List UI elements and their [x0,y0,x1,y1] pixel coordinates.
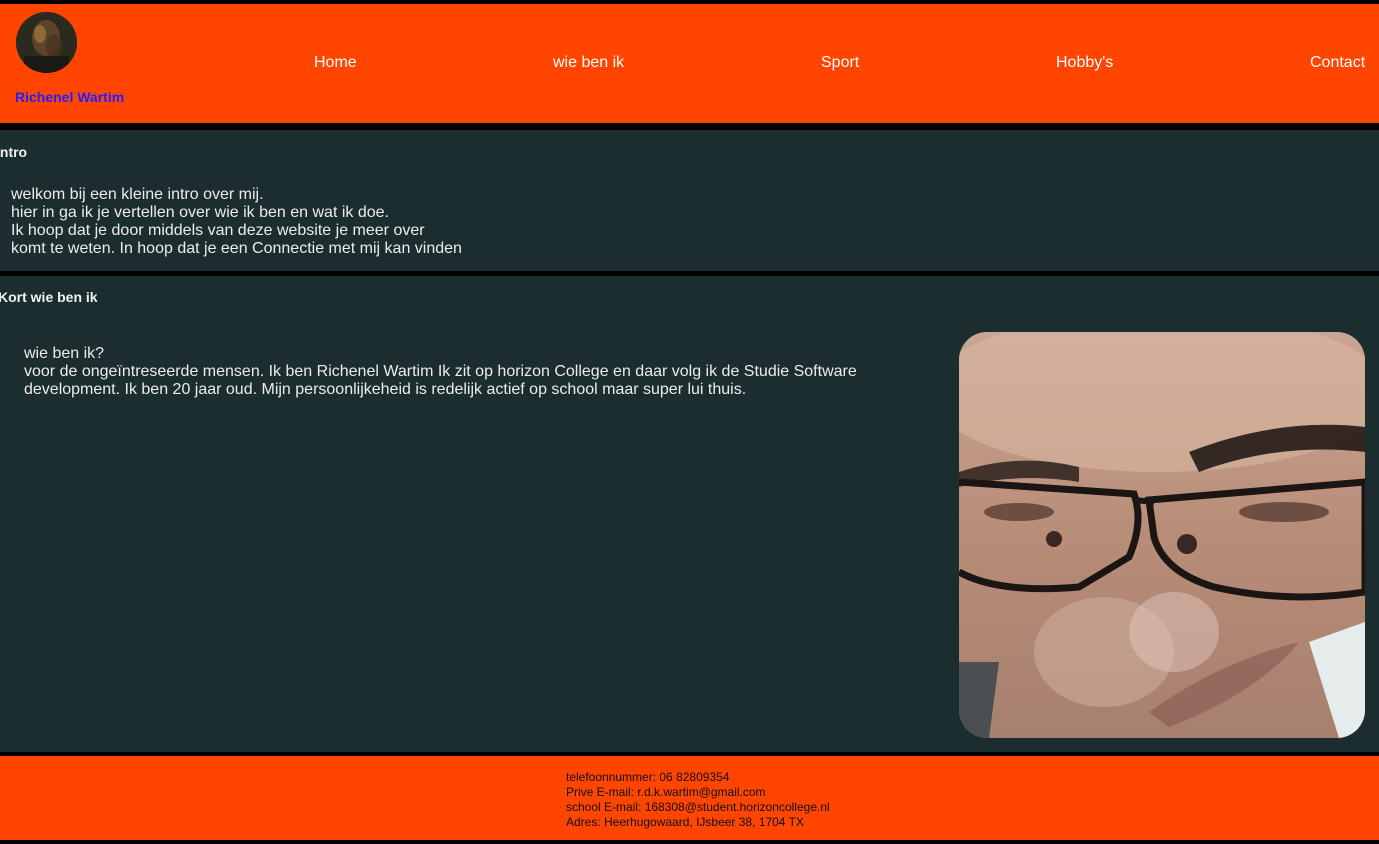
site-footer: telefoonnummer: 06 82809354 Prive E-mail… [0,756,1379,840]
intro-title: Intro [0,144,28,160]
about-text: wie ben ik? voor de ongeïntreseerde mens… [24,345,924,399]
nav-home[interactable]: Home [314,54,357,72]
footer-school-email: school E-mail: 168308@student.horizoncol… [566,800,830,814]
about-line: voor de ongeïntreseerde mensen. Ik ben R… [24,363,857,380]
intro-text: welkom bij een kleine intro over mij. hi… [11,186,462,258]
intro-section: Intro welkom bij een kleine intro over m… [0,130,1379,271]
profile-avatar [16,12,77,73]
nav-sport[interactable]: Sport [821,54,859,72]
intro-line: welkom bij een kleine intro over mij. [11,186,264,203]
nav-wie-ben-ik[interactable]: wie ben ik [553,54,624,72]
intro-line: komt te weten. In hoop dat je een Connec… [11,240,462,257]
about-line: development. Ik ben 20 jaar oud. Mijn pe… [24,381,747,398]
profile-photo [959,332,1365,738]
contact-info: telefoonnummer: 06 82809354 Prive E-mail… [566,770,830,830]
intro-line: Ik hoop dat je door middels van deze web… [11,222,425,239]
nav-hobbys[interactable]: Hobby's [1056,54,1113,72]
site-name-link[interactable]: Richenel Wartim [15,89,124,105]
footer-phone: telefoonnummer: 06 82809354 [566,770,730,784]
about-line: wie ben ik? [24,345,105,362]
nav-contact[interactable]: Contact [1310,54,1365,72]
site-header: Richenel Wartim Home wie ben ik Sport Ho… [0,4,1379,123]
intro-line: hier in ga ik je vertellen over wie ik b… [11,204,389,221]
about-title: Kort wie ben ik [0,289,98,305]
footer-address: Adres: Heerhugowaard, IJsbeer 38, 1704 T… [566,815,804,829]
footer-private-email: Prive E-mail: r.d.k.wartim@gmail.com [566,785,766,799]
page: Richenel Wartim Home wie ben ik Sport Ho… [0,0,1379,844]
